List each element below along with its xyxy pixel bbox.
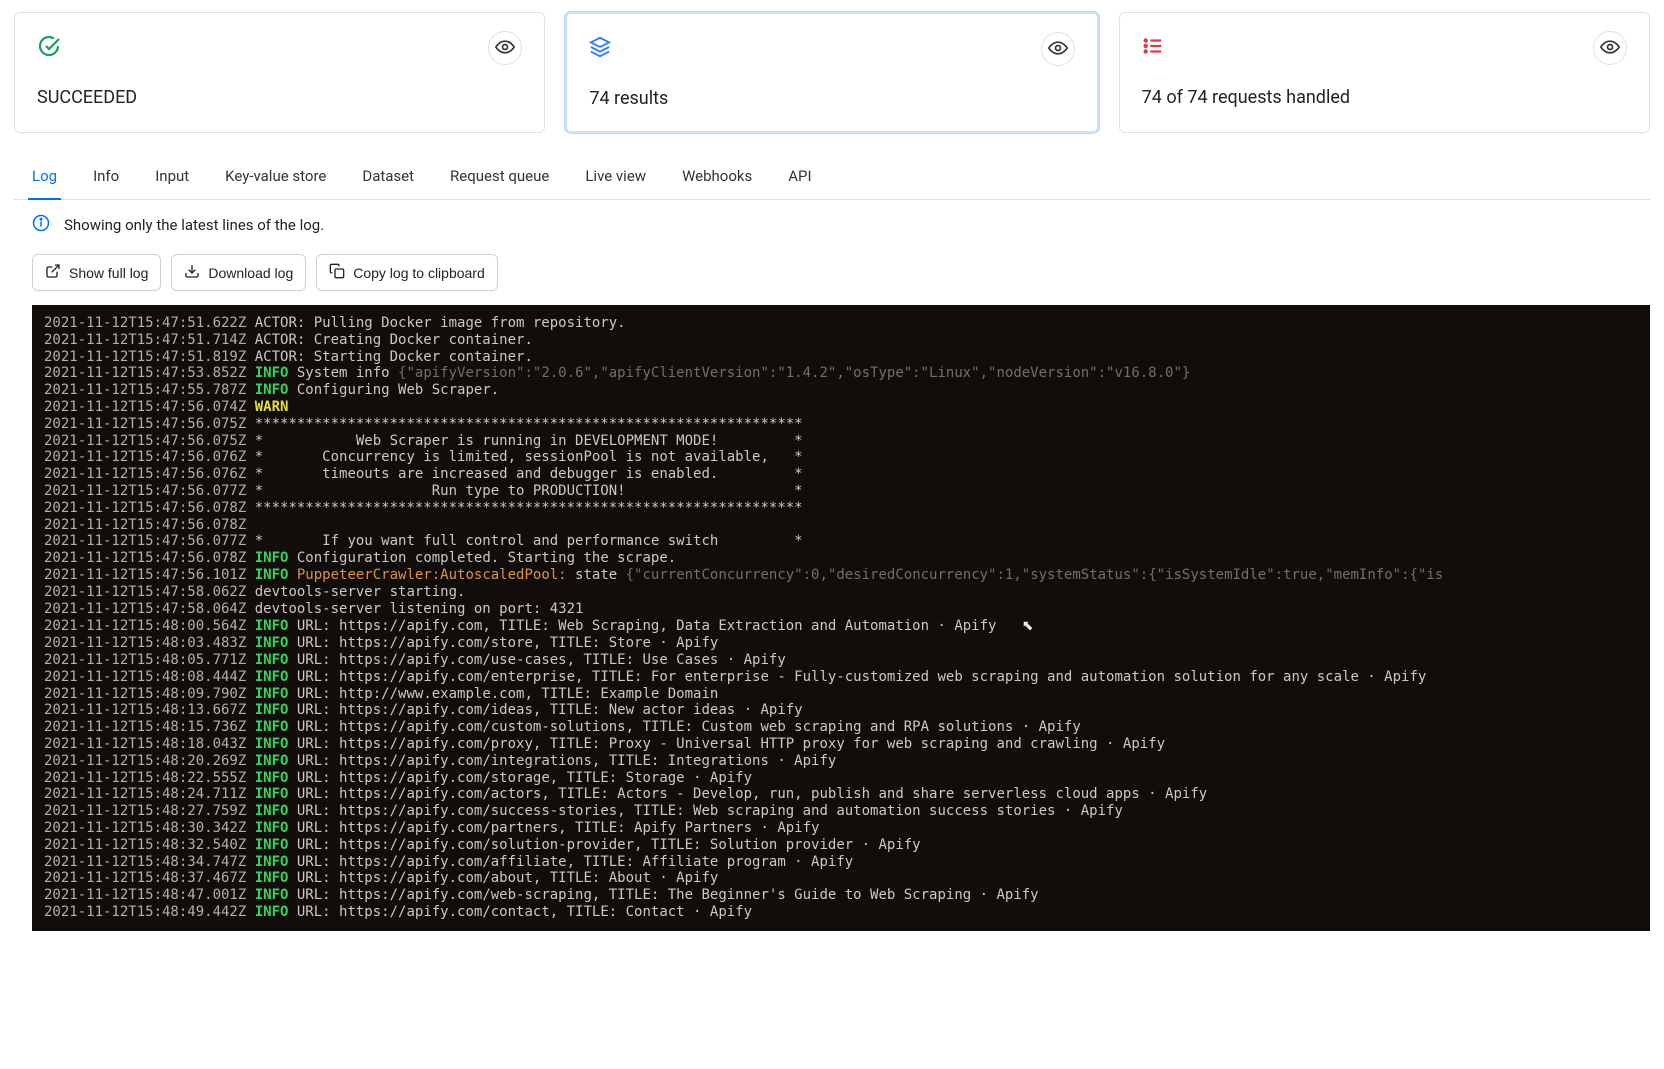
log-line: 2021-11-12T15:47:56.077Z * Run type to P… — [44, 483, 1638, 500]
status-card-view-button[interactable] — [488, 31, 522, 65]
log-line: 2021-11-12T15:47:56.078Z ***************… — [44, 500, 1638, 517]
log-line: 2021-11-12T15:48:32.540Z INFO URL: https… — [44, 837, 1638, 854]
log-line: 2021-11-12T15:48:34.747Z INFO URL: https… — [44, 854, 1638, 871]
log-line: 2021-11-12T15:48:47.001Z INFO URL: https… — [44, 887, 1638, 904]
requests-card[interactable]: 74 of 74 requests handled — [1119, 12, 1650, 133]
eye-icon — [1048, 38, 1068, 61]
status-card[interactable]: SUCCEEDED — [14, 12, 545, 133]
log-line: 2021-11-12T15:47:56.078Z — [44, 517, 1638, 534]
log-line: 2021-11-12T15:47:56.078Z INFO Configurat… — [44, 550, 1638, 567]
log-line: 2021-11-12T15:47:56.101Z INFO PuppeteerC… — [44, 567, 1638, 584]
requests-card-label: 74 of 74 requests handled — [1142, 87, 1627, 108]
log-line: 2021-11-12T15:48:18.043Z INFO URL: https… — [44, 736, 1638, 753]
results-card-label: 74 results — [589, 88, 1074, 109]
status-card-label: SUCCEEDED — [37, 87, 522, 108]
eye-icon — [1600, 37, 1620, 60]
log-line: 2021-11-12T15:47:51.819Z ACTOR: Starting… — [44, 349, 1638, 366]
external-link-icon — [45, 263, 61, 282]
download-icon — [184, 263, 200, 282]
tab-api[interactable]: API — [784, 153, 815, 199]
log-line: 2021-11-12T15:48:37.467Z INFO URL: https… — [44, 870, 1638, 887]
log-line: 2021-11-12T15:47:56.076Z * Concurrency i… — [44, 449, 1638, 466]
log-line: 2021-11-12T15:48:27.759Z INFO URL: https… — [44, 803, 1638, 820]
log-line: 2021-11-12T15:48:22.555Z INFO URL: https… — [44, 770, 1638, 787]
log-line: 2021-11-12T15:47:51.714Z ACTOR: Creating… — [44, 332, 1638, 349]
log-line: 2021-11-12T15:47:51.622Z ACTOR: Pulling … — [44, 315, 1638, 332]
log-line: 2021-11-12T15:48:49.442Z INFO URL: https… — [44, 904, 1638, 921]
requests-card-view-button[interactable] — [1593, 31, 1627, 65]
tab-info[interactable]: Info — [89, 153, 123, 199]
log-line: 2021-11-12T15:47:58.062Z devtools-server… — [44, 584, 1638, 601]
log-line: 2021-11-12T15:48:05.771Z INFO URL: https… — [44, 652, 1638, 669]
log-line: 2021-11-12T15:47:56.074Z WARN — [44, 399, 1638, 416]
tab-live-view[interactable]: Live view — [581, 153, 650, 199]
tab-request-queue[interactable]: Request queue — [446, 153, 553, 199]
button-label: Copy log to clipboard — [353, 265, 485, 281]
layers-icon — [589, 36, 611, 62]
log-line: 2021-11-12T15:47:56.076Z * timeouts are … — [44, 466, 1638, 483]
info-icon — [32, 214, 50, 236]
show-full-log-button[interactable]: Show full log — [32, 254, 161, 291]
log-line: 2021-11-12T15:48:08.444Z INFO URL: https… — [44, 669, 1638, 686]
check-icon — [37, 34, 61, 62]
log-actions: Show full log Download log Copy log to c… — [14, 250, 1650, 305]
tab-input[interactable]: Input — [151, 153, 193, 199]
log-line: 2021-11-12T15:48:09.790Z INFO URL: http:… — [44, 686, 1638, 703]
log-notice-text: Showing only the latest lines of the log… — [64, 216, 324, 234]
log-line: 2021-11-12T15:48:30.342Z INFO URL: https… — [44, 820, 1638, 837]
log-terminal[interactable]: 2021-11-12T15:47:51.622Z ACTOR: Pulling … — [32, 305, 1650, 931]
log-line: 2021-11-12T15:48:13.667Z INFO URL: https… — [44, 702, 1638, 719]
tab-webhooks[interactable]: Webhooks — [678, 153, 756, 199]
copy-icon — [329, 263, 345, 282]
log-line: 2021-11-12T15:48:15.736Z INFO URL: https… — [44, 719, 1638, 736]
log-line: 2021-11-12T15:47:56.075Z ***************… — [44, 416, 1638, 433]
tab-key-value-store[interactable]: Key-value store — [221, 153, 330, 199]
list-icon — [1142, 35, 1164, 61]
log-line: 2021-11-12T15:48:00.564Z INFO URL: https… — [44, 617, 1638, 635]
log-line: 2021-11-12T15:47:56.075Z * Web Scraper i… — [44, 433, 1638, 450]
tabbar: Log Info Input Key-value store Dataset Reques… — [14, 153, 1650, 200]
log-line: 2021-11-12T15:47:58.064Z devtools-server… — [44, 601, 1638, 618]
download-log-button[interactable]: Download log — [171, 254, 306, 291]
log-line: 2021-11-12T15:48:24.711Z INFO URL: https… — [44, 786, 1638, 803]
results-card-view-button[interactable] — [1041, 32, 1075, 66]
eye-icon — [495, 37, 515, 60]
results-card[interactable]: 74 results — [565, 12, 1098, 133]
log-line: 2021-11-12T15:47:56.077Z * If you want f… — [44, 533, 1638, 550]
button-label: Show full log — [69, 265, 148, 281]
tab-log[interactable]: Log — [28, 153, 61, 199]
log-notice: Showing only the latest lines of the log… — [14, 200, 1650, 250]
copy-log-button[interactable]: Copy log to clipboard — [316, 254, 498, 291]
tab-dataset[interactable]: Dataset — [358, 153, 418, 199]
log-line: 2021-11-12T15:47:55.787Z INFO Configurin… — [44, 382, 1638, 399]
button-label: Download log — [208, 265, 293, 281]
log-line: 2021-11-12T15:48:03.483Z INFO URL: https… — [44, 635, 1638, 652]
log-line: 2021-11-12T15:48:20.269Z INFO URL: https… — [44, 753, 1638, 770]
log-line: 2021-11-12T15:47:53.852Z INFO System inf… — [44, 365, 1638, 382]
summary-cards: SUCCEEDED 74 results — [14, 12, 1650, 133]
